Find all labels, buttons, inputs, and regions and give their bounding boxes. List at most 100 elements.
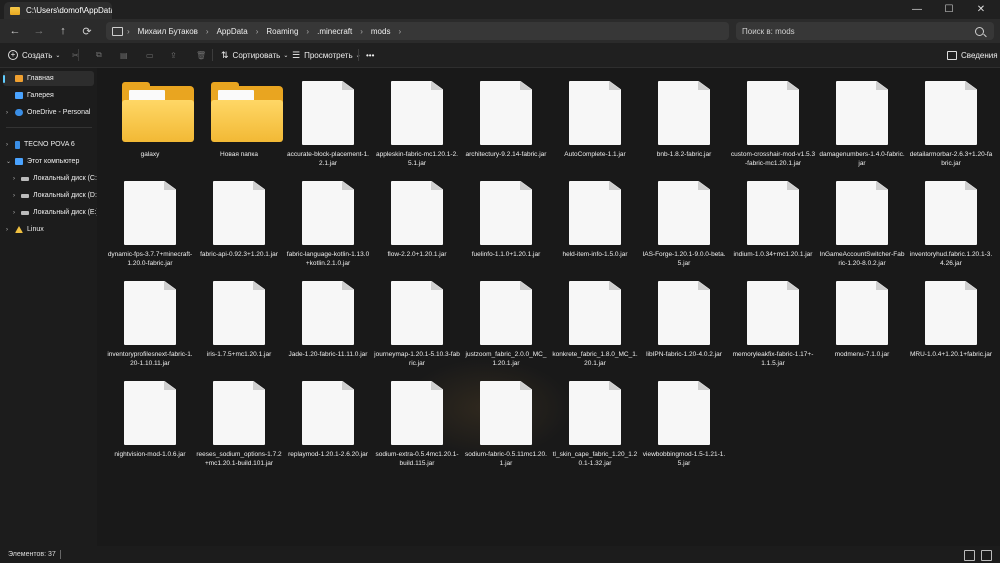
file-item[interactable]: sodium-fabric-0.5.11mc1.20.1.jar [463,374,549,470]
search-box[interactable]: Поиск в: mods [736,22,994,40]
chevron-right-icon[interactable]: › [6,142,8,148]
chevron-down-icon[interactable]: ⌄ [6,158,11,165]
sidebar-item-gallery[interactable]: Галерея [3,88,94,103]
sidebar-item-linux[interactable]: › Linux [3,222,94,237]
file-item[interactable]: inventoryhud.fabric.1.20.1-3.4.26.jar [908,174,994,270]
file-name: Новая папка [220,151,258,158]
sort-icon: ⇅ [221,49,229,60]
file-name: Jade-1.20-fabric-11.11.0.jar [288,351,368,358]
file-name: tl_skin_cape_fabric_1.20_1.20.1-1.32.jar [552,451,638,467]
file-item[interactable]: flow-2.2.0+1.20.1.jar [374,174,460,270]
file-item[interactable]: konkrete_fabric_1.8.0_MC_1.20.1.jar [552,274,638,370]
file-item[interactable]: indium-1.0.34+mc1.20.1.jar [730,174,816,270]
file-item[interactable]: sodium-extra-0.5.4mc1.20.1-build.115.jar [374,374,460,470]
maximize-button[interactable]: ☐ [934,0,964,19]
chevron-right-icon[interactable]: › [6,227,8,233]
file-item[interactable]: nightvision-mod-1.0.6.jar [107,374,193,470]
file-item[interactable]: iris-1.7.5+mc1.20.1.jar [196,274,282,370]
details-view-icon[interactable] [964,550,975,561]
sidebar-item-label: Локальный диск (E:) [33,209,99,216]
create-label: Создать [22,50,53,60]
rename-icon[interactable]: ▭ [146,47,154,63]
file-item[interactable]: replaymod-1.20.1-2.6.20.jar [285,374,371,470]
sidebar-item-onedrive[interactable]: › OneDrive - Personal [3,105,94,120]
file-item[interactable]: Jade-1.20-fabric-11.11.0.jar [285,274,371,370]
details-button[interactable]: Сведения [947,47,998,63]
chevron-right-icon[interactable]: › [13,176,15,182]
tiles-view-icon[interactable] [981,550,992,561]
file-name: justzoom_fabric_2.0.0_MC_1.20.1.jar [465,351,547,367]
cut-icon[interactable]: ✂ [72,47,79,63]
minimize-button[interactable]: — [902,0,932,19]
file-item[interactable]: MRU-1.0.4+1.20.1+fabric.jar [908,274,994,370]
file-item[interactable]: custom-crosshair-mod-v1.5.3-fabric-mc1.2… [730,74,816,170]
file-name: journeymap-1.20.1-5.10.3-fabric.jar [374,351,460,367]
share-icon[interactable]: ⇪ [170,47,177,63]
chevron-right-icon: › [255,26,259,36]
up-button[interactable]: ↑ [54,23,72,39]
copy-icon[interactable]: ⧉ [96,47,102,63]
folder-item[interactable]: galaxy [107,74,194,170]
search-input[interactable]: Поиск в: mods [742,27,975,36]
sidebar-item-phone[interactable]: › TECNO POVA 6 [3,137,94,152]
file-item[interactable]: bnb-1.8.2-fabric.jar [641,74,727,170]
file-item[interactable]: modmenu-7.1.0.jar [819,274,905,370]
file-item[interactable]: justzoom_fabric_2.0.0_MC_1.20.1.jar [463,274,549,370]
file-item[interactable]: IAS-Forge-1.20.1-9.0.0-beta.5.jar [641,174,727,270]
file-name: reeses_sodium_options-1.7.2+mc1.20.1-bui… [196,451,282,467]
sort-button[interactable]: ⇅ Сортировать ⌄ [221,47,288,63]
chevron-right-icon[interactable]: › [6,110,8,116]
sidebar-item-drive-e[interactable]: › Локальный диск (E:) [3,205,99,220]
file-item[interactable]: fabric-language-kotlin-1.13.0+kotlin.2.1… [285,174,371,270]
breadcrumb-roaming[interactable]: Roaming [266,27,298,36]
file-name: IAS-Forge-1.20.1-9.0.0-beta.5.jar [642,251,726,267]
file-name: custom-crosshair-mod-v1.5.3-fabric-mc1.2… [730,151,816,167]
file-item[interactable]: memoryleakfix-fabric-1.17+-1.1.5.jar [730,274,816,370]
chevron-right-icon[interactable]: › [13,193,15,199]
paste-icon[interactable]: ▤ [120,47,128,63]
tab-current-folder[interactable]: C:\Users\domof\AppData\Roa [4,2,112,19]
refresh-button[interactable]: ⟳ [78,23,96,39]
file-item[interactable]: viewbobbingmod-1.5-1.21-1.5.jar [641,374,727,470]
file-item[interactable]: tl_skin_cape_fabric_1.20_1.20.1-1.32.jar [552,374,638,470]
file-item[interactable]: reeses_sodium_options-1.7.2+mc1.20.1-bui… [196,374,282,470]
chevron-right-icon[interactable]: › [13,210,15,216]
more-options-button[interactable]: ••• [366,47,374,63]
file-item[interactable]: architectury-9.2.14-fabric.jar [463,74,549,170]
file-item[interactable]: accurate-block-placement-1.2.1.jar [285,74,371,170]
view-button[interactable]: ☰ Просмотреть ⌄ [292,47,361,63]
file-name: dynamic-fps-3.7.7+minecraft-1.20.0-fabri… [107,251,193,267]
item-count: Элементов: 37 [8,551,56,558]
file-item[interactable]: fabric-api-0.92.3+1.20.1.jar [196,174,282,270]
breadcrumb-user[interactable]: Михаил Бутаков [138,27,198,36]
create-button[interactable]: + Создать ⌄ [8,47,60,63]
close-button[interactable]: ✕ [966,0,996,19]
file-item[interactable]: held-item-info-1.5.0.jar [552,174,638,270]
delete-icon[interactable]: 🗑 [196,47,206,63]
file-item[interactable]: damagenumbers-1.4.0-fabric.jar [819,74,905,170]
sidebar-item-this-pc[interactable]: ⌄ Этот компьютер [3,154,94,169]
tab-title: C:\Users\domof\AppData\Roa [26,6,112,15]
breadcrumb-minecraft[interactable]: .minecraft [317,27,352,36]
file-item[interactable]: fuelinfo-1.1.0+1.20.1.jar [463,174,549,270]
file-item[interactable]: libIPN-fabric-1.20-4.0.2.jar [641,274,727,370]
address-box[interactable]: › Михаил Бутаков › AppData › Roaming › .… [106,22,729,40]
file-item[interactable]: journeymap-1.20.1-5.10.3-fabric.jar [374,274,460,370]
file-name: MRU-1.0.4+1.20.1+fabric.jar [909,351,992,358]
file-item[interactable]: detailarmorbar-2.6.3+1.20-fabric.jar [908,74,994,170]
folder-item[interactable]: Новая папка [196,74,283,170]
sidebar-item-drive-d[interactable]: › Локальный диск (D:) [3,188,99,203]
forward-button[interactable]: → [30,23,48,39]
file-item[interactable]: InGameAccountSwitcher-Fabric-1.20-8.0.2.… [819,174,905,270]
sidebar-item-home[interactable]: Главная [3,71,94,86]
file-item[interactable]: dynamic-fps-3.7.7+minecraft-1.20.0-fabri… [107,174,193,270]
file-item[interactable]: AutoComplete-1.1.jar [552,74,638,170]
breadcrumb-appdata[interactable]: AppData [217,27,248,36]
file-name: viewbobbingmod-1.5-1.21-1.5.jar [642,451,726,467]
file-item[interactable]: inventoryprofilesnext-fabric-1.20-1.10.1… [107,274,193,370]
file-name: galaxy [140,151,160,158]
back-button[interactable]: ← [6,23,24,39]
file-item[interactable]: appleskin-fabric-mc1.20.1-2.5.1.jar [374,74,460,170]
sidebar-item-drive-c[interactable]: › Локальный диск (C:) [3,171,99,186]
breadcrumb-mods[interactable]: mods [371,27,391,36]
